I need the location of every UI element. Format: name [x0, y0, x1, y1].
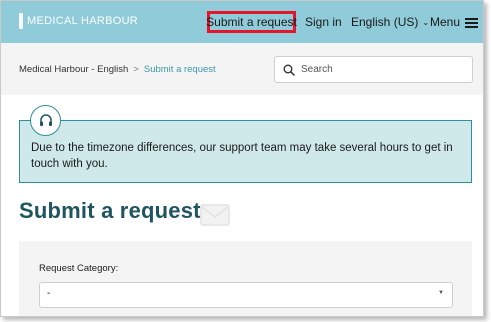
nav-submit-request-link[interactable]: Submit a request	[206, 11, 297, 33]
chevron-down-icon: ⌄	[422, 17, 430, 27]
breadcrumb-home-link[interactable]: Medical Harbour - English	[19, 64, 128, 75]
timezone-notice: Due to the timezone differences, our sup…	[19, 120, 472, 183]
page-title: Submit a request	[19, 198, 201, 223]
site-logo[interactable]: MEDICAL HARBOUR	[19, 13, 138, 29]
logo-text: MEDICAL HARBOUR	[27, 15, 139, 27]
breadcrumb-bar: Medical Harbour - English > Submit a req…	[1, 43, 483, 95]
request-category-value: -	[47, 288, 51, 299]
nav-submit-request-label: Submit a request	[206, 15, 297, 29]
search-icon	[283, 64, 295, 76]
search-placeholder: Search	[301, 64, 333, 75]
breadcrumb-separator: >	[133, 64, 139, 75]
nav-sign-in-link[interactable]: Sign in	[305, 15, 342, 29]
hamburger-icon	[465, 17, 479, 28]
request-category-label: Request Category:	[39, 263, 119, 274]
site-header: MEDICAL HARBOUR Submit a request Sign in…	[1, 1, 483, 43]
breadcrumb-current-link[interactable]: Submit a request	[144, 64, 216, 75]
caret-down-icon: ▼	[438, 290, 444, 296]
language-selector[interactable]: English (US) ⌄	[351, 15, 429, 29]
menu-label: Menu	[430, 15, 461, 29]
language-label: English (US)	[351, 15, 419, 29]
logo-mark	[19, 13, 23, 29]
breadcrumb: Medical Harbour - English > Submit a req…	[19, 64, 216, 75]
request-category-select[interactable]: - ▼	[39, 282, 453, 308]
notice-text: Due to the timezone differences, our sup…	[31, 142, 453, 170]
envelope-icon	[200, 204, 230, 226]
headset-icon	[30, 105, 61, 136]
browser-frame: MEDICAL HARBOUR Submit a request Sign in…	[0, 0, 484, 317]
search-input[interactable]: Search	[274, 56, 473, 83]
request-form: Request Category: - ▼	[19, 241, 472, 316]
nav-sign-in-label: Sign in	[305, 15, 342, 29]
menu-button[interactable]: Menu	[430, 15, 479, 29]
